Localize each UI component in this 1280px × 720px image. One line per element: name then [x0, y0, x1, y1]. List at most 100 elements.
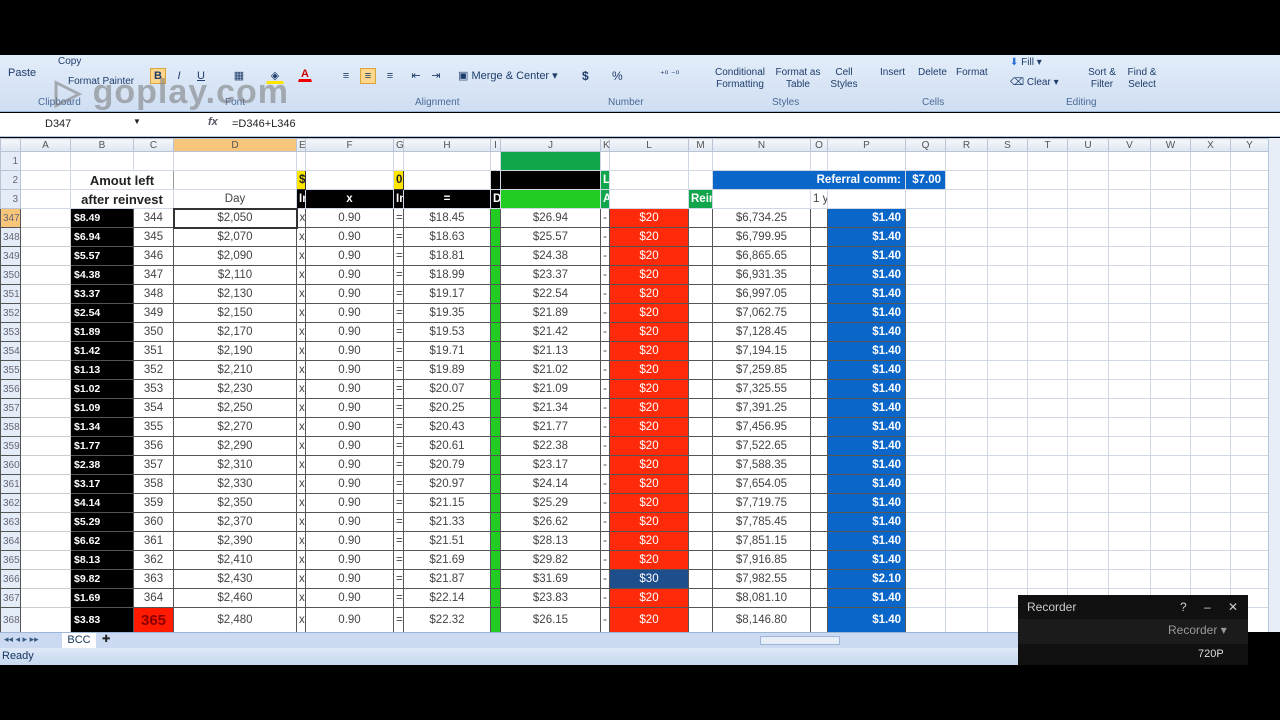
referral-cell[interactable]: $2.10	[827, 569, 906, 589]
cell[interactable]	[810, 208, 828, 228]
cell[interactable]	[490, 208, 501, 228]
times-cell[interactable]: x	[296, 322, 306, 342]
cell[interactable]	[1027, 550, 1068, 570]
cell[interactable]	[490, 360, 501, 380]
daily-interest-cell[interactable]: $18.81	[403, 246, 491, 266]
cell[interactable]	[945, 398, 988, 418]
cell[interactable]	[905, 417, 946, 437]
total-cell[interactable]: $7,456.95	[712, 417, 811, 437]
cell[interactable]	[688, 265, 713, 285]
cell[interactable]: -	[600, 227, 610, 247]
cell-styles-button[interactable]: Cell Styles	[825, 67, 863, 91]
amount-left-cell[interactable]: $8.49	[70, 208, 134, 228]
referral-cell[interactable]: $1.40	[827, 436, 906, 456]
referral-cell[interactable]: $1.40	[827, 417, 906, 437]
cell[interactable]	[20, 474, 71, 494]
times-cell[interactable]: x	[296, 227, 306, 247]
referral-cell[interactable]: $1.40	[827, 588, 906, 608]
day-cell[interactable]: 355	[133, 417, 174, 437]
times-cell[interactable]: x	[296, 303, 306, 323]
cell[interactable]	[1230, 227, 1268, 247]
wallet-cell[interactable]: $24.14	[500, 474, 601, 494]
reinvest-cell[interactable]: $30	[609, 569, 689, 589]
reinvest-cell[interactable]: $20	[609, 607, 689, 632]
column-header-u[interactable]: U	[1067, 138, 1109, 152]
cell[interactable]	[1027, 512, 1068, 532]
cell[interactable]	[987, 493, 1028, 513]
cell[interactable]	[945, 493, 988, 513]
total-cell[interactable]: $7,062.75	[712, 303, 811, 323]
cell[interactable]	[490, 398, 501, 418]
cell[interactable]	[1108, 151, 1151, 171]
day-cell[interactable]: 356	[133, 436, 174, 456]
vertical-scrollbar[interactable]	[1268, 138, 1280, 632]
cell[interactable]	[1067, 322, 1109, 342]
equals-cell[interactable]: =	[393, 550, 404, 570]
investment-cell[interactable]: $2,430	[173, 569, 297, 589]
cell[interactable]	[905, 379, 946, 399]
cell[interactable]: -	[600, 493, 610, 513]
referral-cell[interactable]: $1.40	[827, 474, 906, 494]
total-cell[interactable]: $8,081.10	[712, 588, 811, 608]
cell[interactable]	[1150, 398, 1191, 418]
cell[interactable]	[688, 588, 713, 608]
total-cell[interactable]: $7,982.55	[712, 569, 811, 589]
cell[interactable]	[490, 569, 501, 589]
cell[interactable]	[1067, 379, 1109, 399]
cell[interactable]	[688, 550, 713, 570]
wallet-cell[interactable]: $21.13	[500, 341, 601, 361]
row-header[interactable]: 348	[0, 227, 21, 247]
rate-cell[interactable]: 0.90	[305, 550, 394, 570]
cell[interactable]	[810, 436, 828, 456]
investment-cell[interactable]: $2,410	[173, 550, 297, 570]
cell[interactable]	[1150, 379, 1191, 399]
day-cell[interactable]: 351	[133, 341, 174, 361]
equals-cell[interactable]: =	[393, 341, 404, 361]
cell[interactable]	[1150, 341, 1191, 361]
referral-cell[interactable]: $1.40	[827, 360, 906, 380]
cell[interactable]	[1230, 512, 1268, 532]
rate-cell[interactable]: 0.90	[305, 360, 394, 380]
wallet-cell[interactable]: $21.34	[500, 398, 601, 418]
cell[interactable]	[905, 455, 946, 475]
cell[interactable]	[1067, 189, 1109, 209]
investment-cell[interactable]: $2,460	[173, 588, 297, 608]
cell[interactable]	[945, 569, 988, 589]
day-cell[interactable]: 361	[133, 531, 174, 551]
cell[interactable]	[1150, 151, 1191, 171]
cell[interactable]	[1230, 246, 1268, 266]
daily-interest-cell[interactable]: $20.25	[403, 398, 491, 418]
cell[interactable]	[1190, 322, 1231, 342]
wallet-cell[interactable]: $21.02	[500, 360, 601, 380]
cell[interactable]	[945, 170, 988, 190]
name-box[interactable]: D347	[0, 116, 145, 133]
amount-left-cell[interactable]: $2.38	[70, 455, 134, 475]
equals-cell[interactable]: =	[393, 569, 404, 589]
cell[interactable]	[1067, 493, 1109, 513]
cell[interactable]	[905, 322, 946, 342]
find-select-button[interactable]: Find & Select	[1122, 67, 1162, 91]
cell[interactable]	[1190, 341, 1231, 361]
cell[interactable]	[945, 246, 988, 266]
day-cell[interactable]: 354	[133, 398, 174, 418]
cell[interactable]	[1230, 341, 1268, 361]
equals-cell[interactable]: =	[393, 265, 404, 285]
cell[interactable]: -	[600, 341, 610, 361]
cell[interactable]	[1067, 360, 1109, 380]
cell[interactable]	[712, 151, 811, 171]
horizontal-scrollbar[interactable]	[760, 636, 840, 645]
cell[interactable]	[987, 227, 1028, 247]
total-cell[interactable]: $7,588.35	[712, 455, 811, 475]
cell[interactable]	[173, 151, 297, 171]
total-cell[interactable]: $7,785.45	[712, 512, 811, 532]
cell[interactable]	[987, 550, 1028, 570]
day-cell[interactable]: 365	[133, 607, 174, 632]
amount-left-cell[interactable]: $3.83	[70, 607, 134, 632]
column-header-v[interactable]: V	[1108, 138, 1151, 152]
cell[interactable]	[1108, 246, 1151, 266]
cell[interactable]	[987, 512, 1028, 532]
cell[interactable]	[173, 170, 297, 190]
cell[interactable]: -	[600, 417, 610, 437]
investment-cell[interactable]: $2,230	[173, 379, 297, 399]
cell[interactable]	[987, 417, 1028, 437]
